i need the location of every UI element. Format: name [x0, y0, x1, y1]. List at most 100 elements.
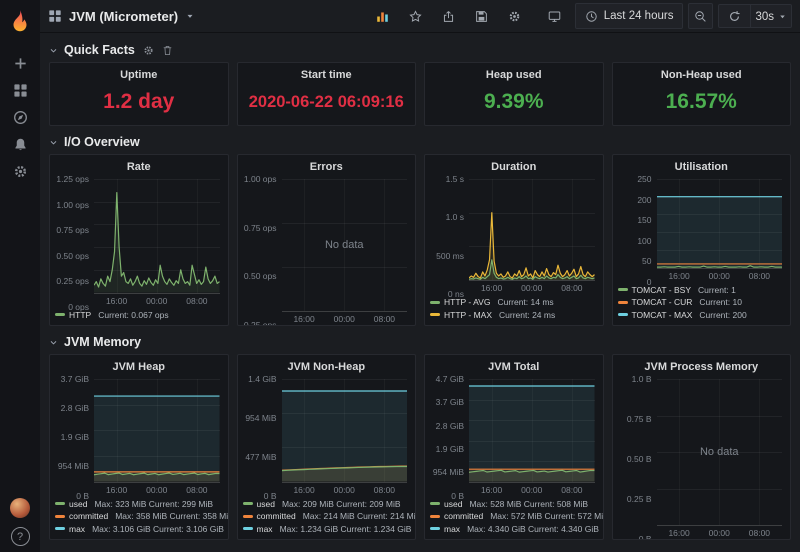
sidebar-item-create[interactable] [0, 50, 40, 77]
row-trash-icon[interactable] [162, 45, 173, 56]
x-axis: 16:0000:0008:00 [469, 483, 595, 496]
x-axis-label: 00:00 [334, 314, 355, 324]
legend-color-marker [618, 301, 628, 304]
y-axis-label: 200 [637, 195, 651, 205]
graph-body: 1.5 s1.0 s500 ms0 ns16:0000:0008:00 [425, 175, 603, 294]
plot-area[interactable] [94, 379, 220, 483]
legend-stats: Max: 209 MiB Current: 209 MiB [282, 498, 401, 511]
help-icon[interactable]: ? [11, 527, 30, 546]
plot-area[interactable] [94, 179, 220, 294]
panel-row: Rate1.25 ops1.00 ops0.75 ops0.50 ops0.25… [46, 154, 794, 326]
legend-label: max [444, 523, 460, 536]
cycle-view-button[interactable] [539, 5, 570, 28]
dashboard-title[interactable]: JVM (Micrometer) [69, 9, 178, 24]
legend-color-marker [55, 502, 65, 505]
panel-title[interactable]: Rate [50, 158, 228, 175]
legend-item[interactable]: TOMCAT - CURCurrent: 10 [618, 296, 789, 309]
add-panel-button[interactable] [367, 5, 398, 28]
graph-panel-rate: Rate1.25 ops1.00 ops0.75 ops0.50 ops0.25… [49, 154, 229, 326]
grafana-logo[interactable] [7, 8, 33, 34]
legend-label: TOMCAT - BSY [632, 284, 692, 297]
y-axis-label: 1.4 GiB [248, 374, 276, 384]
refresh-picker: 30s [718, 4, 792, 28]
plot-area[interactable] [282, 379, 408, 483]
panel-title[interactable]: Utilisation [613, 158, 791, 175]
chart-series [469, 179, 595, 280]
chevron-down-icon [49, 46, 58, 55]
sidebar-item-alerting[interactable] [0, 131, 40, 158]
row-title: I/O Overview [64, 135, 140, 149]
plot-area[interactable]: No data [282, 179, 408, 312]
x-axis: 16:0000:0008:00 [282, 483, 408, 496]
y-axis: 1.4 GiB954 MiB477 MiB0 B [240, 379, 282, 496]
y-axis: 250200150100500 [615, 179, 657, 282]
legend-stats: Current: 14 ms [497, 296, 553, 309]
panel-title[interactable]: JVM Process Memory [613, 358, 791, 375]
refresh-button[interactable] [719, 5, 750, 28]
share-button[interactable] [433, 5, 464, 28]
sidebar-item-explore[interactable] [0, 104, 40, 131]
y-axis-label: 0.75 ops [244, 223, 277, 233]
sidebar: ? [0, 0, 40, 552]
legend-item[interactable]: committedMax: 214 MiB Current: 214 MiB [243, 510, 414, 523]
save-button[interactable] [466, 5, 497, 28]
dashboard-icon [48, 9, 62, 23]
x-axis: 16:0000:0008:00 [94, 294, 220, 307]
panel-title[interactable]: JVM Total [425, 358, 603, 375]
x-axis-label: 16:00 [293, 314, 314, 324]
legend-item[interactable]: TOMCAT - MAXCurrent: 200 [618, 309, 789, 322]
legend-color-marker [430, 502, 440, 505]
x-axis-label: 08:00 [374, 485, 395, 495]
stat-panel-start-time: Start time2020-06-22 06:09:16 [237, 62, 417, 126]
legend-item[interactable]: maxMax: 4.340 GiB Current: 4.340 GiB [430, 523, 601, 536]
sidebar-item-configuration[interactable] [0, 158, 40, 185]
panel-title[interactable]: JVM Heap [50, 358, 228, 375]
row-header-quick-facts[interactable]: Quick Facts [46, 38, 794, 62]
plot-wrap: No data16:0000:0008:00 [282, 179, 408, 325]
plot-area[interactable] [469, 379, 595, 483]
zoom-out-button[interactable] [688, 3, 713, 29]
legend-label: committed [257, 510, 296, 523]
star-button[interactable] [400, 5, 431, 28]
legend-item[interactable]: maxMax: 3.106 GiB Current: 3.106 GiB [55, 523, 226, 536]
panel-title[interactable]: Errors [238, 158, 416, 175]
legend-item[interactable]: TOMCAT - BSYCurrent: 1 [618, 284, 789, 297]
plot-area[interactable]: No data [657, 379, 783, 526]
y-axis-label: 250 [637, 174, 651, 184]
sidebar-item-dashboards[interactable] [0, 77, 40, 104]
legend-label: committed [69, 510, 108, 523]
plot-wrap: 16:0000:0008:00 [657, 179, 783, 282]
graph-panel-utilisation: Utilisation 25020015010050016:0000:0008:0… [612, 154, 792, 326]
x-axis: 16:0000:0008:00 [657, 526, 783, 539]
user-avatar[interactable] [10, 498, 30, 518]
plot-area[interactable] [657, 179, 783, 269]
y-axis-label: 1.00 ops [244, 174, 277, 184]
refresh-interval-select[interactable]: 30s [751, 5, 791, 28]
y-axis-label: 0.50 ops [56, 251, 89, 261]
y-axis-label: 2.8 GiB [61, 403, 89, 413]
row-gear-icon[interactable] [143, 45, 154, 56]
panel-title[interactable]: JVM Non-Heap [238, 358, 416, 375]
legend-item[interactable]: committedMax: 572 MiB Current: 572 MiB [430, 510, 601, 523]
row-header-jvm-memory[interactable]: JVM Memory [46, 330, 794, 354]
x-axis-label: 00:00 [146, 296, 167, 306]
dashboard-settings-button[interactable] [499, 5, 530, 28]
caret-down-icon[interactable] [185, 11, 195, 21]
x-axis-label: 00:00 [709, 271, 730, 281]
y-axis-label: 1.5 s [446, 174, 464, 184]
y-axis-label: 1.9 GiB [436, 444, 464, 454]
row-header-i-o-overview[interactable]: I/O Overview [46, 130, 794, 154]
plot-area[interactable] [469, 179, 595, 281]
stat-value: 1.2 day [50, 83, 228, 125]
legend-item[interactable]: HTTP - MAXCurrent: 24 ms [430, 309, 601, 322]
legend: usedMax: 528 MiB Current: 508 MiBcommitt… [425, 496, 603, 540]
time-range-picker[interactable]: Last 24 hours [575, 3, 684, 29]
panel-title[interactable]: Duration [425, 158, 603, 175]
panel-title[interactable]: Non-Heap used [613, 66, 791, 83]
legend-label: HTTP - MAX [444, 309, 492, 322]
legend-item[interactable]: committedMax: 358 MiB Current: 358 MiB [55, 510, 226, 523]
legend-item[interactable]: maxMax: 1.234 GiB Current: 1.234 GiB [243, 523, 414, 536]
panel-title[interactable]: Start time [238, 66, 416, 83]
panel-title[interactable]: Heap used [425, 66, 603, 83]
panel-title[interactable]: Uptime [50, 66, 228, 83]
